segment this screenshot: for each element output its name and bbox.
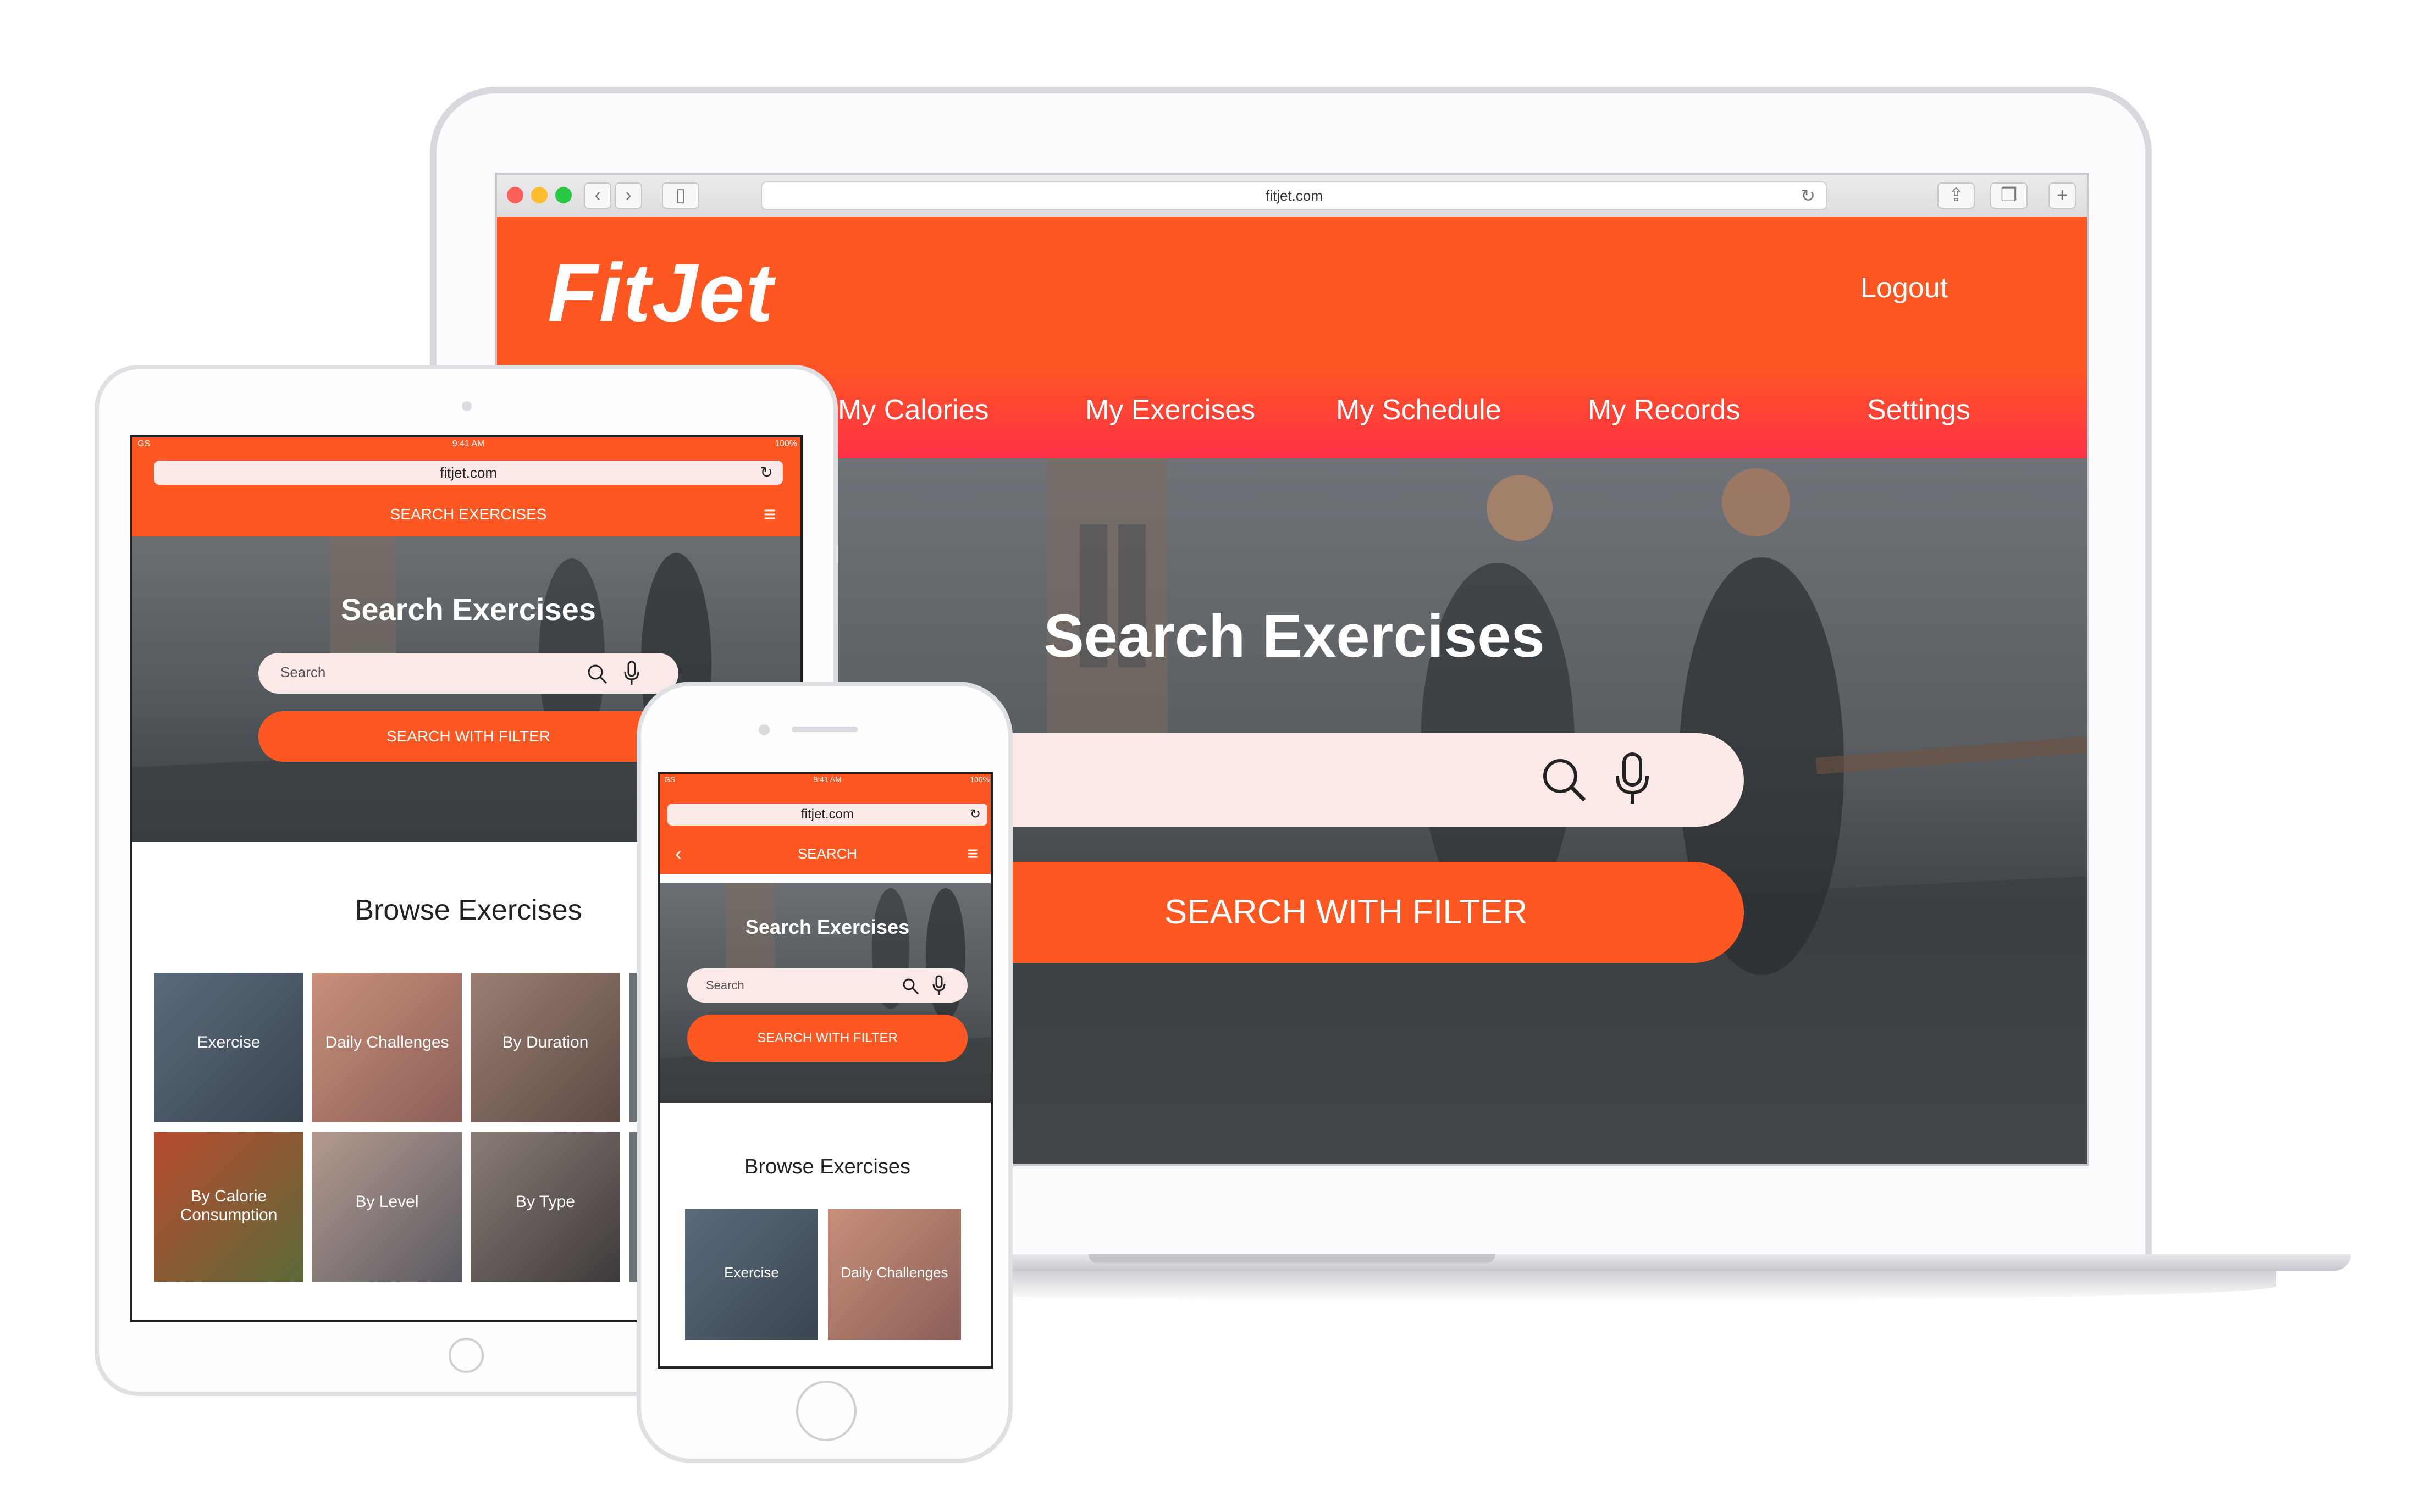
nav-item-my-calories[interactable]: My Calories bbox=[838, 394, 989, 427]
site-logo[interactable]: FitJet bbox=[548, 245, 774, 340]
logout-link[interactable]: Logout bbox=[1860, 272, 1948, 304]
tabs-overview-icon[interactable]: ❐ bbox=[1990, 182, 2028, 209]
tile-daily-challenges[interactable]: Daily Challenges bbox=[828, 1209, 961, 1340]
browser-toolbar: ‹ › ▯ fitjet.com ↻ ⇪ ❐ + bbox=[497, 175, 2087, 218]
phone-hero: Search Exercises Search SEARCH WITH FILT… bbox=[660, 883, 991, 1103]
tile-exercise[interactable]: Exercise bbox=[685, 1209, 818, 1340]
back-icon[interactable]: ‹ bbox=[675, 833, 682, 874]
phone-address-bar[interactable]: fitjet.com ↻ bbox=[667, 804, 987, 826]
hamburger-menu-icon[interactable]: ≡ bbox=[967, 833, 979, 874]
search-icon[interactable] bbox=[586, 663, 608, 685]
phone-screen: GS 9:41 AM 100% fitjet.com ↻ ‹ SEARCH ≡ … bbox=[658, 772, 993, 1369]
tablet-address-bar[interactable]: fitjet.com ↻ bbox=[154, 461, 783, 485]
status-time: 9:41 AM bbox=[813, 775, 842, 784]
tile-label: Exercise bbox=[197, 1033, 261, 1051]
search-icon[interactable] bbox=[902, 977, 919, 995]
microphone-icon[interactable] bbox=[932, 975, 946, 996]
tablet-hero-title: Search Exercises bbox=[341, 592, 596, 627]
tablet-search-input[interactable]: Search bbox=[258, 653, 678, 694]
tile-label: By Level bbox=[355, 1193, 419, 1211]
tile-label: By Type bbox=[516, 1193, 575, 1211]
tile-label: Exercise bbox=[724, 1264, 779, 1281]
phone-hero-title: Search Exercises bbox=[745, 916, 910, 938]
tablet-home-button[interactable] bbox=[449, 1338, 484, 1373]
laptop-notch bbox=[1089, 1254, 1495, 1263]
status-time: 9:41 AM bbox=[452, 439, 485, 448]
tile-label: By Calorie Consumption bbox=[180, 1187, 278, 1224]
phone-browse-title: Browse Exercises bbox=[744, 1155, 910, 1178]
phone-camera bbox=[759, 724, 770, 735]
phone-speaker bbox=[792, 727, 858, 732]
tablet-topbar: SEARCH EXERCISES ≡ bbox=[132, 492, 800, 536]
tile-by-level[interactable]: By Level bbox=[312, 1132, 462, 1282]
address-bar-url: fitjet.com bbox=[1265, 187, 1323, 204]
phone-topbar-title: SEARCH bbox=[797, 845, 858, 862]
tile-by-type[interactable]: By Type bbox=[471, 1132, 620, 1282]
tile-label: Daily Challenges bbox=[325, 1033, 449, 1051]
tile-daily-challenges[interactable]: Daily Challenges bbox=[312, 973, 462, 1122]
nav-item-settings[interactable]: Settings bbox=[1867, 394, 1970, 427]
search-input[interactable] bbox=[948, 733, 1744, 827]
tablet-status-bar: GS 9:41 AM 100% bbox=[132, 437, 800, 451]
tablet-search-with-filter-button[interactable]: SEARCH WITH FILTER bbox=[258, 711, 678, 762]
tile-label: Daily Challenges bbox=[841, 1264, 948, 1281]
tablet-search-placeholder: Search bbox=[280, 664, 326, 680]
phone-search-placeholder: Search bbox=[706, 978, 744, 992]
status-battery: 100% bbox=[970, 775, 990, 784]
minimize-window-button[interactable] bbox=[531, 187, 548, 203]
back-icon[interactable]: ‹ bbox=[584, 182, 611, 209]
new-tab-icon[interactable]: + bbox=[2048, 182, 2076, 209]
tile-exercise[interactable]: Exercise bbox=[154, 973, 303, 1122]
reload-icon[interactable]: ↻ bbox=[760, 461, 773, 485]
forward-icon[interactable]: › bbox=[615, 182, 642, 209]
tile-by-duration[interactable]: By Duration bbox=[471, 973, 620, 1122]
tablet-camera bbox=[462, 401, 472, 411]
microphone-icon[interactable] bbox=[623, 661, 640, 686]
sidebar-icon[interactable]: ▯ bbox=[662, 182, 699, 209]
search-with-filter-button[interactable]: SEARCH WITH FILTER bbox=[948, 862, 1744, 963]
microphone-icon[interactable] bbox=[1613, 752, 1652, 807]
nav-item-my-exercises[interactable]: My Exercises bbox=[1085, 394, 1255, 427]
nav-item-my-schedule[interactable]: My Schedule bbox=[1336, 394, 1501, 427]
status-battery: 100% bbox=[775, 439, 797, 448]
address-bar[interactable]: fitjet.com ↻ bbox=[761, 181, 1827, 210]
phone-search-input[interactable]: Search bbox=[687, 968, 968, 1003]
tablet-address-url: fitjet.com bbox=[439, 464, 498, 481]
phone-search-with-filter-button[interactable]: SEARCH WITH FILTER bbox=[687, 1015, 968, 1062]
nav-item-my-records[interactable]: My Records bbox=[1588, 394, 1740, 427]
reload-icon[interactable]: ↻ bbox=[1801, 182, 1815, 209]
search-icon[interactable] bbox=[1539, 755, 1589, 805]
reload-icon[interactable]: ↻ bbox=[970, 804, 981, 826]
phone-topbar: ‹ SEARCH ≡ bbox=[660, 833, 991, 874]
tile-by-calorie-consumption[interactable]: By Calorie Consumption bbox=[154, 1132, 303, 1282]
phone-address-url: fitjet.com bbox=[800, 807, 854, 822]
phone-status-bar: GS 9:41 AM 100% bbox=[660, 774, 991, 785]
phone-home-button[interactable] bbox=[796, 1381, 857, 1441]
tablet-topbar-title: SEARCH EXERCISES bbox=[390, 506, 547, 523]
tile-label: By Duration bbox=[502, 1033, 589, 1051]
maximize-window-button[interactable] bbox=[555, 187, 572, 203]
hamburger-menu-icon[interactable]: ≡ bbox=[764, 492, 776, 536]
share-icon[interactable]: ⇪ bbox=[1937, 182, 1975, 209]
close-window-button[interactable] bbox=[507, 187, 523, 203]
